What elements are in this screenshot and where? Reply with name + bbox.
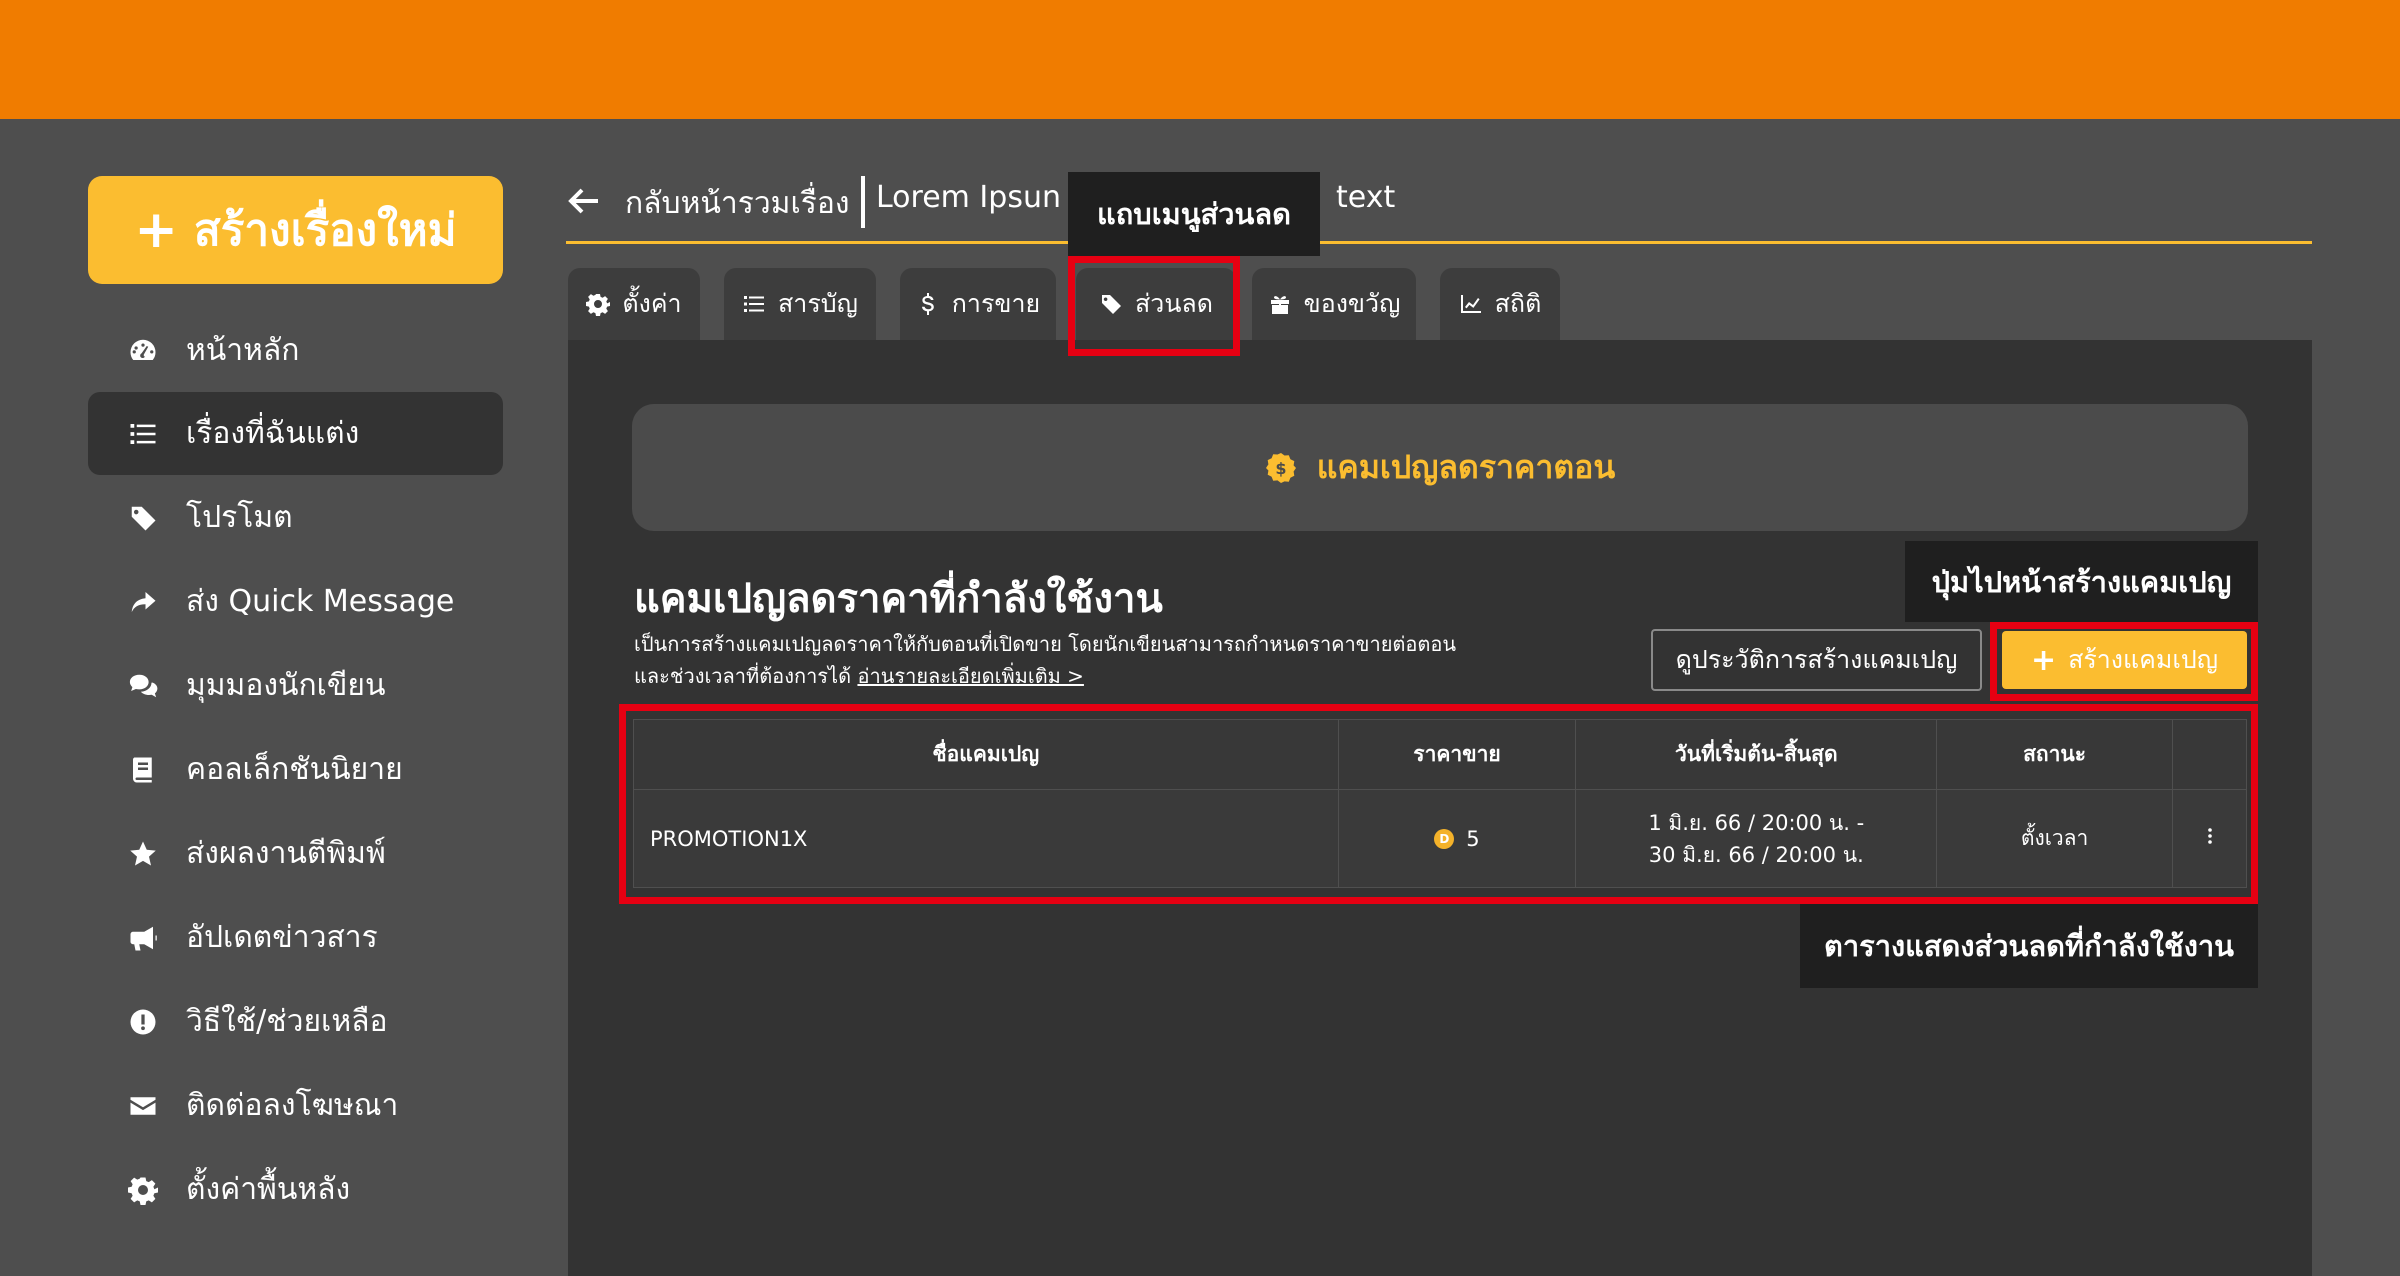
campaign-history-button[interactable]: ดูประวัติการสร้างแคมเปญ: [1651, 629, 1982, 691]
highlight-active-campaigns-table: [619, 704, 2258, 904]
highlight-discount-tab: [1068, 256, 1240, 356]
campaign-card-label: แคมเปญลดราคาตอน: [1316, 448, 1616, 486]
envelope-icon: [126, 1089, 160, 1123]
tab-label: การขาย: [951, 289, 1041, 318]
comments-icon: [126, 669, 160, 703]
share-icon: [126, 585, 160, 619]
tab-gifts[interactable]: ของขวัญ: [1252, 268, 1416, 340]
section-title: แคมเปญลดราคาที่กำลังใช้งาน: [634, 576, 1163, 622]
tab-label: สารบัญ: [778, 289, 858, 318]
annotation-active-campaigns-table: ตารางแสดงส่วนลดที่กำลังใช้งาน: [1800, 904, 2258, 988]
star-icon: [126, 837, 160, 871]
read-more-link[interactable]: อ่านรายละเอียดเพิ่มเติม >: [857, 664, 1083, 688]
back-arrow-icon[interactable]: [566, 183, 602, 219]
tab-stats[interactable]: สถิติ: [1440, 268, 1560, 340]
sidebar-item-promote[interactable]: โปรโมต: [88, 476, 503, 559]
sidebar-item-news[interactable]: อัปเดตข่าวสาร: [88, 896, 503, 979]
description-line-2-text: และช่วงเวลาที่ต้องการได้: [634, 664, 852, 688]
sidebar-item-label: ส่ง Quick Message: [186, 584, 455, 619]
sidebar-item-label: หน้าหลัก: [186, 333, 300, 368]
tab-label: ตั้งค่า: [622, 289, 682, 318]
gear-icon: [586, 294, 611, 316]
list-icon: [744, 296, 765, 312]
exclamation-icon: [126, 1005, 160, 1039]
sidebar-item-label: วิธีใช้/ช่วยเหลือ: [186, 1004, 388, 1039]
top-bar: [0, 0, 2400, 119]
create-story-button[interactable]: + สร้างเรื่องใหม่: [88, 176, 503, 284]
megaphone-icon: [126, 921, 160, 955]
sidebar-item-label: ติดต่อลงโฆษณา: [186, 1088, 399, 1123]
dashboard-icon: [126, 334, 160, 368]
sidebar-item-publish[interactable]: ส่งผลงานตีพิมพ์: [88, 812, 503, 895]
gift-icon: [1270, 296, 1289, 314]
sidebar-item-writer-view[interactable]: มุมมองนักเขียน: [88, 644, 503, 727]
tab-contents[interactable]: สารบัญ: [724, 268, 876, 340]
dollar-icon: [921, 293, 934, 315]
sidebar-item-label: อัปเดตข่าวสาร: [186, 920, 378, 955]
svg-text:$: $: [1275, 459, 1286, 478]
sidebar-item-my-stories[interactable]: เรื่องที่ฉันแต่ง: [88, 392, 503, 475]
sidebar-item-label: โปรโมต: [186, 500, 293, 535]
tag-icon: [126, 501, 160, 535]
tab-sales[interactable]: การขาย: [900, 268, 1056, 340]
header-underline: [566, 241, 2312, 244]
sidebar-item-background-settings[interactable]: ตั้งค่าพื้นหลัง: [88, 1148, 503, 1231]
sidebar-item-collection[interactable]: คอลเล็กชันนิยาย: [88, 728, 503, 811]
annotation-discount-tab: แถบเมนูส่วนลด: [1068, 172, 1320, 256]
annotation-create-campaign-button: ปุ่มไปหน้าสร้างแคมเปญ: [1905, 541, 2258, 622]
line-chart-icon: [1460, 295, 1481, 313]
sidebar-item-label: เรื่องที่ฉันแต่ง: [186, 416, 360, 451]
sidebar-item-label: ตั้งค่าพื้นหลัง: [186, 1172, 351, 1207]
sidebar-item-label: มุมมองนักเขียน: [186, 668, 386, 703]
plus-icon: +: [134, 200, 178, 260]
tab-label: สถิติ: [1494, 289, 1542, 318]
section-description: เป็นการสร้างแคมเปญลดราคาให้กับตอนที่เปิด…: [634, 628, 1456, 692]
highlight-create-campaign-button: [1990, 622, 2258, 701]
book-icon: [126, 753, 160, 787]
tab-label: ของขวัญ: [1303, 289, 1401, 318]
story-title: Lorem Ipsun i text: [876, 180, 1395, 215]
back-to-stories-link[interactable]: กลับหน้ารวมเรื่อง: [625, 180, 850, 227]
sidebar-item-label: ส่งผลงานตีพิมพ์: [186, 836, 386, 871]
story-title-end: text: [1336, 180, 1396, 215]
tab-settings[interactable]: ตั้งค่า: [568, 268, 700, 340]
story-title-start: Lorem Ipsun i: [876, 180, 1079, 215]
sidebar-item-quick-message[interactable]: ส่ง Quick Message: [88, 560, 503, 643]
sidebar-item-help[interactable]: วิธีใช้/ช่วยเหลือ: [88, 980, 503, 1063]
episode-discount-campaign-card[interactable]: $ แคมเปญลดราคาตอน: [632, 404, 2248, 531]
list-icon: [126, 417, 160, 451]
sidebar-item-label: คอลเล็กชันนิยาย: [186, 752, 403, 787]
sidebar-item-home[interactable]: หน้าหลัก: [88, 309, 503, 392]
coin-badge-icon: $: [1265, 452, 1296, 483]
gear-icon: [126, 1173, 160, 1207]
description-line-2: และช่วงเวลาที่ต้องการได้ อ่านรายละเอียดเ…: [634, 660, 1456, 692]
header-divider: [861, 176, 865, 228]
create-story-label: สร้างเรื่องใหม่: [193, 205, 457, 256]
description-line-1: เป็นการสร้างแคมเปญลดราคาให้กับตอนที่เปิด…: [634, 632, 1457, 656]
sidebar-item-advertise[interactable]: ติดต่อลงโฆษณา: [88, 1064, 503, 1147]
